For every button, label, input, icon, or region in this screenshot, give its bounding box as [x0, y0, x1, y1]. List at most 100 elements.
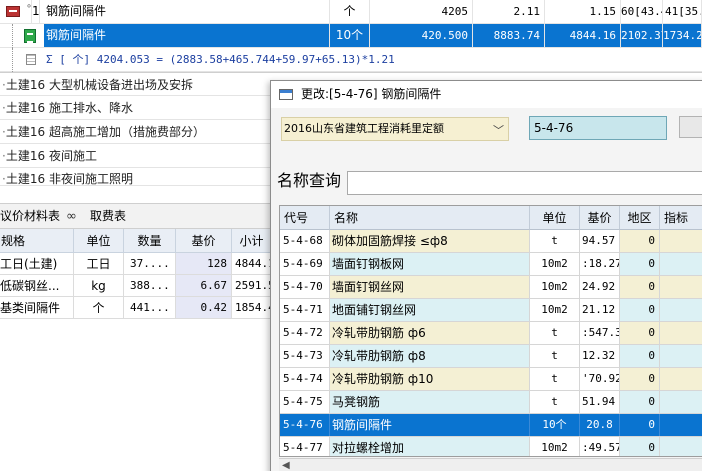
subitem-unit: 10个 — [330, 24, 370, 47]
cell-area: 0 — [620, 414, 660, 436]
cell-unit: t — [530, 391, 580, 413]
chevron-down-icon[interactable]: ﹀ — [493, 120, 504, 142]
col-header-code[interactable]: 代号 — [280, 206, 330, 230]
col-header-area[interactable]: 地区 — [620, 206, 660, 230]
quota-row[interactable]: 5-4-77 对拉螺栓增加 10m2 :49.57 0 — [280, 437, 702, 456]
item-qty: 4205 — [370, 0, 473, 23]
cell-index — [660, 345, 702, 367]
formula-icon — [26, 54, 36, 65]
cell-name: 冷轧带肋钢筋 ф10 — [330, 368, 530, 390]
cell-price: 21.12 — [580, 299, 620, 321]
quota-row-selected[interactable]: 5-4-76 钢筋间隔件 10个 20.8 0 — [280, 414, 702, 437]
cell-code: 5-4-75 — [280, 391, 330, 413]
col-header-qty[interactable]: 数量 — [124, 229, 176, 253]
col-header-unit[interactable]: 单位 — [530, 206, 580, 230]
cell-code: 5-4-71 — [280, 299, 330, 321]
quota-row[interactable]: 5-4-72 冷轧带肋钢筋 ф6 t :547.3 0 — [280, 322, 702, 345]
cell-code: 5-4-77 — [280, 437, 330, 456]
cell-unit: t — [530, 230, 580, 252]
item-icon — [6, 6, 20, 17]
scroll-left-icon[interactable]: ◀ — [282, 459, 290, 471]
item-price: 2.11 — [473, 0, 545, 23]
cell-price[interactable]: 6.67 — [176, 275, 232, 297]
col-header-index[interactable]: 指标 — [660, 206, 702, 230]
group-name: 非夜间施工照明 — [48, 172, 133, 186]
quota-row[interactable]: 5-4-74 冷轧带肋钢筋 ф10 t '70.92 0 — [280, 368, 702, 391]
cell-name: 砌体加固筋焊接 ≤ф8 — [330, 230, 530, 252]
quota-row[interactable]: 5-4-73 冷轧带肋钢筋 ф8 t 12.32 0 — [280, 345, 702, 368]
col-header-subtotal[interactable]: 小计 — [232, 229, 272, 253]
cell-unit: t — [530, 345, 580, 367]
cell-index — [660, 253, 702, 275]
group-tag: 土建16 — [5, 172, 46, 186]
cell-price[interactable]: 128 — [176, 253, 232, 275]
subitem-qty: 420.500 — [370, 24, 473, 47]
quota-code-input[interactable]: 5-4-76 — [529, 116, 667, 140]
left-tab-strip: 议价材料表 ∞ 取费表 — [0, 203, 272, 229]
cell-index — [660, 437, 702, 456]
cell-unit: 10m2 — [530, 299, 580, 321]
quota-row[interactable]: 5-4-68 砌体加固筋焊接 ≤ф8 t 94.57 0 — [280, 230, 702, 253]
tree-row-subitem[interactable]: 钢筋间隔件 10个 420.500 8883.74 4844.16 2102.3… — [0, 24, 702, 48]
quota-row[interactable]: 5-4-75 马凳钢筋 t 51.94 0 — [280, 391, 702, 414]
quota-row[interactable]: 5-4-71 地面铺钉钢丝网 10m2 21.12 0 — [280, 299, 702, 322]
col-header-name[interactable]: 名称 — [330, 206, 530, 230]
col-header-spec[interactable]: 规格 — [0, 229, 74, 253]
subitem-name[interactable]: 钢筋间隔件 — [44, 24, 330, 47]
cell-price: 12.32 — [580, 345, 620, 367]
tab-fee-table[interactable]: 取费表 — [90, 204, 126, 229]
quota-row[interactable]: 5-4-69 墙面钉钢板网 10m2 :18.27 0 — [280, 253, 702, 276]
col-header-price[interactable]: 基价 — [580, 206, 620, 230]
col-header-price[interactable]: 基价 — [176, 229, 232, 253]
subitem-value-2: 2102.37 — [621, 24, 663, 47]
item-name[interactable]: 钢筋间隔件 — [44, 0, 330, 23]
cell-unit: 10个 — [530, 414, 580, 436]
cell-code: 5-4-76 — [280, 414, 330, 436]
cell-unit: kg — [74, 275, 124, 297]
cell-area: 0 — [620, 391, 660, 413]
group-name: 施工排水、降水 — [48, 101, 133, 115]
cell-code: 5-4-74 — [280, 368, 330, 390]
quota-icon — [24, 29, 36, 43]
tree-row-item[interactable]: ˚ 1 钢筋间隔件 个 4205 2.11 1.15 60[43.4%] 41[… — [0, 0, 702, 24]
cell-qty: 388... — [124, 275, 176, 297]
cell-subtotal: 1854.4 — [232, 297, 272, 319]
confirm-button[interactable] — [679, 116, 702, 138]
group-tag: 土建16 — [5, 125, 46, 139]
cell-index — [660, 299, 702, 321]
quota-row[interactable]: 5-4-70 墙面钉钢丝网 10m2 24.92 0 — [280, 276, 702, 299]
name-query-input[interactable] — [347, 171, 702, 195]
quota-library-select[interactable]: 2016山东省建筑工程消耗里定额 ﹀ — [281, 117, 509, 141]
item-value-1: 1.15 — [545, 0, 621, 23]
cell-name: 墙面钉钢板网 — [330, 253, 530, 275]
cell-name: 马凳钢筋 — [330, 391, 530, 413]
group-name: 夜间施工 — [48, 149, 97, 163]
dialog-title: 更改:[5-4-76] 钢筋间隔件 — [301, 87, 442, 101]
item-value-3: 41[35.8%] — [663, 0, 702, 23]
cell-price[interactable]: 0.42 — [176, 297, 232, 319]
cell-area: 0 — [620, 345, 660, 367]
group-tag: 土建16 — [5, 101, 46, 115]
col-header-unit[interactable]: 单位 — [74, 229, 124, 253]
cell-index — [660, 322, 702, 344]
cell-index — [660, 368, 702, 390]
cell-price: :49.57 — [580, 437, 620, 456]
tree-row-formula[interactable]: Σ [ 个] 4204.053 = (2883.58+465.744+59.97… — [0, 48, 702, 72]
cell-area: 0 — [620, 437, 660, 456]
cell-name: 地面铺钉钢丝网 — [330, 299, 530, 321]
horizontal-scrollbar[interactable]: ◀ — [279, 458, 702, 471]
cell-unit: t — [530, 322, 580, 344]
subitem-value-1: 4844.16 — [545, 24, 621, 47]
cell-area: 0 — [620, 230, 660, 252]
tab-negotiated-materials[interactable]: 议价材料表 — [0, 204, 60, 229]
cell-code: 5-4-73 — [280, 345, 330, 367]
subitem-price: 8883.74 — [473, 24, 545, 47]
cell-unit: 个 — [74, 297, 124, 319]
cell-qty: 441... — [124, 297, 176, 319]
formula-text: Σ [ 个] 4204.053 = (2883.58+465.744+59.97… — [46, 53, 395, 66]
cell-price: 94.57 — [580, 230, 620, 252]
cell-name: 对拉螺栓增加 — [330, 437, 530, 456]
dialog-titlebar[interactable]: 更改:[5-4-76] 钢筋间隔件 — [271, 81, 702, 108]
quota-list-grid: 代号 名称 单位 基价 地区 指标 5-4-68 砌体加固筋焊接 ≤ф8 t 9… — [279, 205, 702, 457]
name-query-label: 名称查询 — [277, 171, 342, 190]
